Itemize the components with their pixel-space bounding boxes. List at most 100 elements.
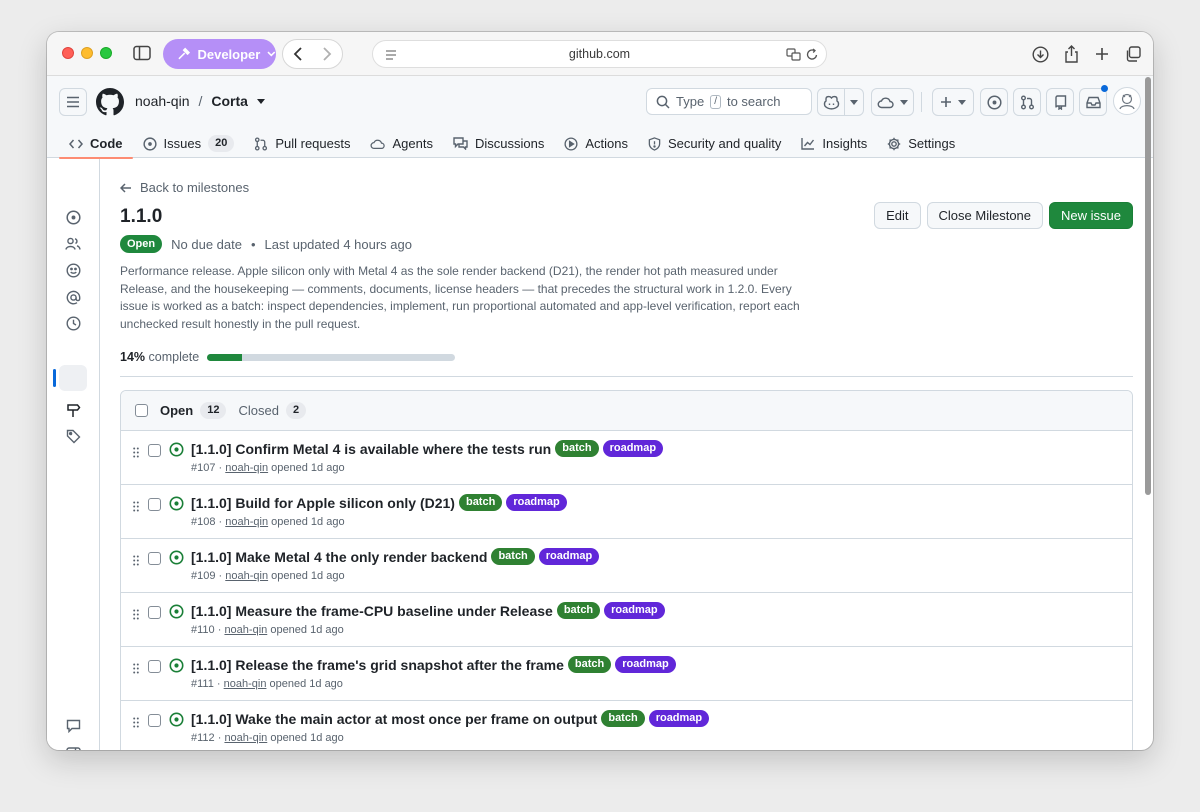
rail-clock-icon[interactable] — [64, 314, 82, 332]
back-arrow-icon[interactable] — [293, 47, 303, 61]
drag-handle-icon[interactable] — [133, 661, 139, 679]
hammer-icon — [178, 47, 191, 60]
create-new-button[interactable] — [932, 88, 974, 116]
tab-pull-requests[interactable]: Pull requests — [244, 129, 360, 158]
chevron-down-icon — [267, 51, 276, 57]
rail-tag-icon[interactable] — [64, 427, 82, 445]
rail-mention-icon[interactable] — [64, 288, 82, 306]
drag-handle-icon[interactable] — [133, 553, 139, 571]
issue-title-link[interactable]: [1.1.0] Measure the frame-CPU baseline u… — [191, 603, 553, 619]
label-roadmap[interactable]: roadmap — [602, 440, 664, 457]
issue-title-link[interactable]: [1.1.0] Build for Apple silicon only (D2… — [191, 495, 455, 511]
issue-author-link[interactable]: noah-qin — [225, 570, 268, 582]
label-roadmap[interactable]: roadmap — [506, 494, 567, 511]
tab-issues[interactable]: Issues 20 — [133, 129, 245, 158]
label-batch[interactable]: batch — [491, 548, 535, 565]
label-batch[interactable]: batch — [555, 440, 599, 457]
issue-title-link[interactable]: [1.1.0] Confirm Metal 4 is available whe… — [191, 441, 551, 457]
issue-checkbox[interactable] — [148, 660, 161, 673]
list-item[interactable]: [1.1.0] Wake the main actor at most once… — [121, 701, 1132, 750]
close-milestone-button[interactable]: Close Milestone — [926, 202, 1044, 229]
drag-handle-icon[interactable] — [133, 607, 139, 625]
tab-overview-icon[interactable] — [1119, 40, 1147, 68]
zoom-window-button[interactable] — [100, 47, 112, 59]
repo-owner-link[interactable]: noah-qin — [135, 93, 190, 109]
list-item[interactable]: [1.1.0] Measure the frame-CPU baseline u… — [121, 593, 1132, 647]
rail-issues-icon[interactable] — [64, 208, 82, 226]
issue-checkbox[interactable] — [148, 444, 161, 457]
repo-name-link[interactable]: Corta — [211, 93, 248, 109]
drag-handle-icon[interactable] — [133, 445, 139, 463]
copilot-button[interactable] — [817, 88, 845, 116]
search-input[interactable]: Type / to search — [646, 88, 812, 115]
open-issues-filter[interactable]: Open 12 — [160, 402, 227, 419]
tab-code[interactable]: Code — [59, 129, 133, 159]
tab-discussions[interactable]: Discussions — [443, 129, 554, 158]
issue-checkbox[interactable] — [148, 606, 161, 619]
tab-actions[interactable]: Actions — [554, 129, 638, 158]
issue-author-link[interactable]: noah-qin — [224, 624, 267, 636]
minimize-window-button[interactable] — [81, 47, 93, 59]
back-to-milestones-link[interactable]: Back to milestones — [120, 180, 249, 195]
forward-arrow-icon[interactable] — [322, 47, 332, 61]
issue-checkbox[interactable] — [148, 552, 161, 565]
label-roadmap[interactable]: roadmap — [615, 656, 676, 673]
rail-smiley-icon[interactable] — [64, 261, 82, 279]
cloud-agents-button[interactable] — [871, 88, 914, 116]
global-menu-button[interactable] — [59, 88, 87, 116]
label-roadmap[interactable]: roadmap — [648, 710, 710, 727]
issues-shortcut-button[interactable] — [980, 88, 1008, 116]
copilot-menu-button[interactable] — [844, 88, 864, 116]
issue-title-link[interactable]: [1.1.0] Make Metal 4 the only render bac… — [191, 549, 487, 565]
reload-icon[interactable] — [806, 48, 818, 61]
drag-handle-icon[interactable] — [133, 715, 139, 733]
repositories-shortcut-button[interactable] — [1046, 88, 1074, 116]
label-roadmap[interactable]: roadmap — [538, 548, 600, 565]
label-batch[interactable]: batch — [556, 602, 601, 619]
label-batch[interactable]: batch — [601, 710, 645, 727]
issue-title-link[interactable]: [1.1.0] Wake the main actor at most once… — [191, 711, 597, 727]
label-roadmap[interactable]: roadmap — [604, 602, 665, 619]
rail-comment-icon[interactable] — [64, 717, 82, 735]
rail-people-icon[interactable] — [64, 235, 82, 253]
tab-agents[interactable]: Agents — [360, 129, 442, 158]
select-all-checkbox[interactable] — [135, 404, 148, 417]
page-scrollbar[interactable] — [1145, 77, 1151, 495]
pull-requests-shortcut-button[interactable] — [1013, 88, 1041, 116]
closed-issues-filter[interactable]: Closed 2 — [238, 402, 307, 419]
issue-author-link[interactable]: noah-qin — [225, 516, 268, 528]
avatar[interactable] — [1113, 87, 1141, 115]
label-batch[interactable]: batch — [567, 656, 612, 673]
rail-sidebar-collapse-icon[interactable] — [64, 745, 82, 750]
issue-author-link[interactable]: noah-qin — [224, 678, 267, 690]
issue-checkbox[interactable] — [148, 498, 161, 511]
issue-checkbox[interactable] — [148, 714, 161, 727]
new-issue-button[interactable]: New issue — [1049, 202, 1133, 229]
issue-author-link[interactable]: noah-qin — [224, 732, 267, 744]
list-item[interactable]: [1.1.0] Release the frame's grid snapsho… — [121, 647, 1132, 701]
address-bar[interactable]: github.com — [372, 40, 827, 68]
caret-down-icon[interactable] — [256, 98, 265, 104]
issue-meta: #110 · noah-qin opened 1d ago — [191, 624, 344, 636]
edit-button[interactable]: Edit — [874, 202, 921, 229]
label-batch[interactable]: batch — [458, 494, 503, 511]
list-item[interactable]: [1.1.0] Confirm Metal 4 is available whe… — [121, 431, 1132, 485]
list-item[interactable]: [1.1.0] Build for Apple silicon only (D2… — [121, 485, 1132, 539]
developer-profile-button[interactable]: Developer — [163, 39, 276, 69]
close-window-button[interactable] — [62, 47, 74, 59]
inbox-button[interactable] — [1079, 88, 1107, 116]
sidebar-toggle-icon[interactable] — [132, 44, 152, 62]
tab-settings[interactable]: Settings — [877, 129, 965, 158]
github-logo-icon[interactable] — [96, 88, 124, 116]
tab-security[interactable]: Security and quality — [638, 129, 791, 158]
downloads-icon[interactable] — [1026, 40, 1054, 68]
issue-author-link[interactable]: noah-qin — [225, 462, 268, 474]
tab-insights[interactable]: Insights — [791, 129, 877, 158]
drag-handle-icon[interactable] — [133, 499, 139, 517]
list-item[interactable]: [1.1.0] Make Metal 4 the only render bac… — [121, 539, 1132, 593]
issue-title-link[interactable]: [1.1.0] Release the frame's grid snapsho… — [191, 657, 564, 673]
new-tab-icon[interactable] — [1088, 40, 1116, 68]
share-icon[interactable] — [1057, 40, 1085, 68]
rail-milestone-icon[interactable] — [64, 401, 82, 419]
translate-icon[interactable] — [786, 48, 801, 61]
